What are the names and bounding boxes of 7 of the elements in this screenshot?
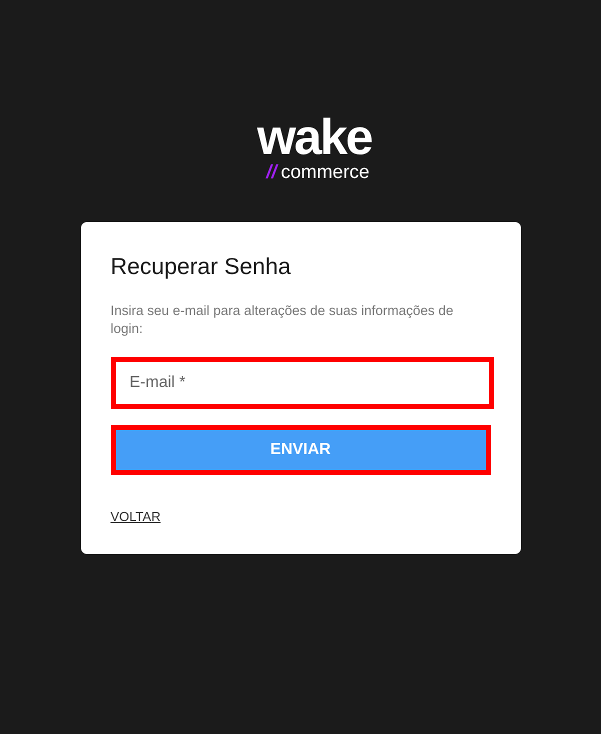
logo-tagline: commerce <box>280 162 370 184</box>
back-link[interactable]: VOLTAR <box>110 509 161 524</box>
email-field[interactable]: E-mail * <box>110 357 494 409</box>
logo-wordmark: wake <box>257 112 372 162</box>
logo-slashes: // <box>266 162 277 184</box>
card-description: Insira seu e-mail para alterações de suas informações de login: <box>110 302 454 338</box>
card-title: Recuperar Senha <box>110 253 292 280</box>
